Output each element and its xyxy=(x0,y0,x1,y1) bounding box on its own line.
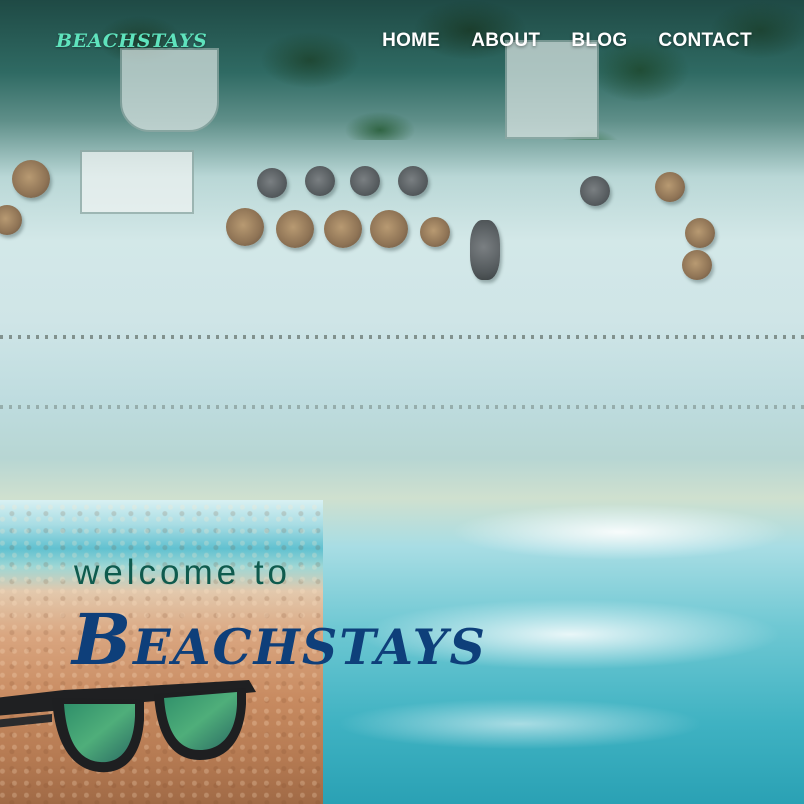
beach-umbrella xyxy=(420,217,450,247)
page: BEACHSTAYS HOME ABOUT BLOG CONTACT welco xyxy=(0,0,804,804)
beach-umbrella xyxy=(226,208,264,246)
resort-building xyxy=(505,40,599,139)
nav-contact-link[interactable]: CONTACT xyxy=(658,30,752,52)
sunglasses-icon xyxy=(0,680,256,773)
beach-umbrella xyxy=(0,205,22,235)
beach-umbrella xyxy=(398,166,428,196)
beach-umbrella xyxy=(655,172,685,202)
beach-umbrella xyxy=(470,220,500,280)
welcome-heading: welcome to xyxy=(74,553,292,592)
beach-umbrella xyxy=(682,250,712,280)
hero-title: Beachstays xyxy=(72,598,487,681)
seaweed-line xyxy=(0,405,804,409)
beach-umbrella xyxy=(12,160,50,198)
beach-umbrella xyxy=(370,210,408,248)
beach-umbrella xyxy=(305,166,335,196)
beach-hut xyxy=(80,150,194,214)
beach-umbrella xyxy=(350,166,380,196)
seaweed-line xyxy=(0,335,804,339)
main-nav: HOME ABOUT BLOG CONTACT xyxy=(382,30,752,52)
nav-blog-link[interactable]: BLOG xyxy=(571,30,627,52)
pool-building xyxy=(120,48,219,132)
beach-umbrella xyxy=(257,168,287,198)
site-logo[interactable]: BEACHSTAYS xyxy=(56,30,207,52)
nav-home-link[interactable]: HOME xyxy=(382,30,440,52)
beach-umbrella xyxy=(324,210,362,248)
beach-umbrella xyxy=(685,218,715,248)
beach-umbrella xyxy=(276,210,314,248)
beach-umbrella xyxy=(580,176,610,206)
nav-about-link[interactable]: ABOUT xyxy=(471,30,540,52)
